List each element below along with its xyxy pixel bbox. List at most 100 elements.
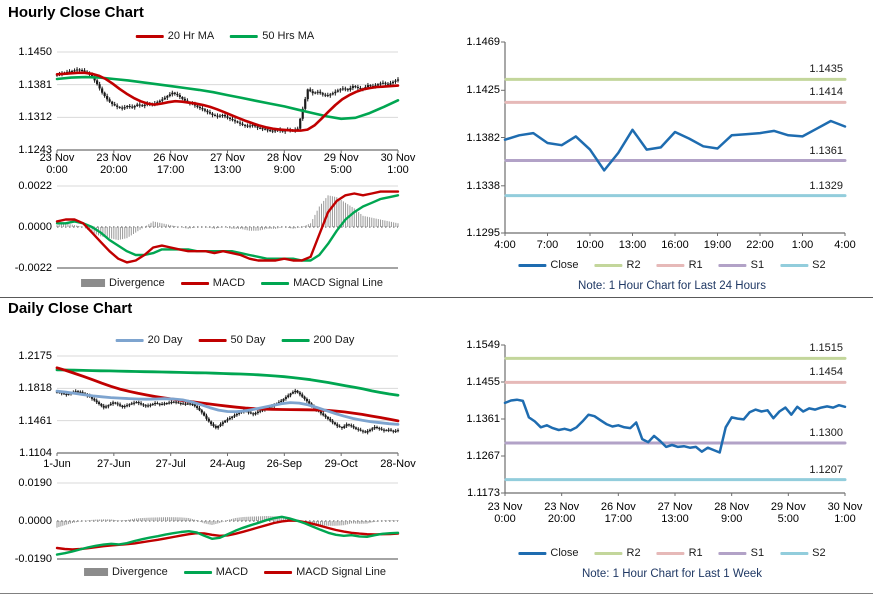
legend-label: S1 (750, 259, 765, 271)
level-label-s1: 1.1300 (809, 427, 843, 439)
legend-label: R2 (626, 547, 641, 559)
legend-item: R1 (656, 547, 703, 559)
legend-hr: Close R2 R1 S1 S2 (518, 259, 826, 271)
legend-dr: Close R2 R1 S1 S2 (518, 547, 826, 559)
y-tick-label: 1.1469 (466, 36, 500, 48)
y-tick-label: 1.1450 (18, 46, 52, 58)
legend-item: R1 (656, 259, 703, 271)
legend-swatch (780, 263, 809, 267)
legend-item: Close (518, 547, 579, 559)
legend-item: 200 Day (281, 334, 354, 346)
legend-swatch (198, 338, 227, 342)
y-tick-label: 1.1267 (466, 450, 500, 462)
y-tick-label: 1.1425 (466, 84, 500, 97)
legend-label: 200 Day (313, 334, 355, 346)
y-tick-label: 1.2175 (18, 350, 52, 362)
x-tick-label: 30 Nov 1:00 (380, 152, 416, 176)
legend-label: R2 (626, 259, 641, 271)
legend-swatch (780, 551, 809, 555)
legend-swatch (180, 281, 209, 285)
level-label-r1: 1.1454 (809, 366, 843, 379)
y-tick-label: 1.1382 (466, 131, 500, 144)
legend-label: R1 (688, 547, 703, 559)
legend-label: 50 Hrs MA (262, 30, 315, 42)
y-tick-label: -0.0190 (14, 553, 52, 565)
legend-label: 20 Day (147, 334, 183, 346)
legend-label: S2 (812, 547, 826, 559)
y-tick-label: 1.1818 (18, 382, 52, 395)
legend-swatch (718, 263, 747, 267)
legend-swatch (594, 551, 623, 555)
legend-swatch (261, 281, 290, 285)
legend-item: MACD Signal Line (261, 277, 383, 289)
legend-swatch (718, 551, 747, 555)
legend-item: R2 (594, 259, 641, 271)
legend-item: S2 (780, 547, 826, 559)
y-tick-label: 1.1173 (467, 487, 500, 499)
legend-label: Divergence (112, 566, 168, 578)
daily-chart-note: Note: 1 Hour Chart for Last 1 Week (581, 568, 763, 580)
legend-label: MACD (215, 566, 249, 578)
y-tick-label: 1.1549 (466, 339, 500, 351)
legend-item: Divergence (81, 277, 165, 289)
legend-dm: Divergence MACD MACD Signal Line (84, 566, 386, 578)
legend-swatch (264, 570, 293, 574)
legend-item: Divergence (84, 566, 168, 578)
legend-swatch (656, 263, 685, 267)
y-tick-label: 1.1381 (18, 78, 52, 91)
level-label-s2: 1.1329 (809, 179, 843, 192)
legend-label: Divergence (109, 277, 165, 289)
level-label-r2: 1.1435 (809, 63, 843, 76)
legend-label: S2 (812, 259, 826, 271)
legend-label: 50 Day (230, 334, 266, 346)
legend-swatch (281, 338, 310, 342)
legend-swatch (84, 568, 109, 576)
legend-item: 20 Hr MA (135, 30, 215, 42)
legend-swatch (518, 551, 547, 555)
legend-swatch (656, 551, 685, 555)
level-label-r1: 1.1414 (809, 86, 843, 99)
y-tick-label: 1.1312 (18, 111, 52, 124)
legend-swatch (135, 34, 164, 38)
y-tick-label: -0.0022 (14, 262, 52, 274)
fx-technical-analysis-report: Hourly Close Chart Daily Close Chart Not… (0, 0, 873, 601)
y-tick-label: 0.0190 (18, 477, 52, 489)
legend-item: 20 Day (115, 334, 183, 346)
y-tick-label: 1.1361 (466, 413, 500, 425)
legend-hm: Divergence MACD MACD Signal Line (81, 277, 383, 289)
daily-section-title: Daily Close Chart (8, 300, 133, 317)
legend-swatch (81, 279, 106, 287)
y-tick-label: 0.0022 (18, 180, 52, 192)
legend-label: S1 (750, 547, 765, 559)
legend-swatch (115, 338, 144, 342)
legend-item: MACD Signal Line (264, 566, 386, 578)
level-label-s1: 1.1361 (809, 144, 843, 157)
legend-item: S1 (718, 547, 765, 559)
legend-label: Close (550, 547, 579, 559)
legend-label: Close (550, 259, 579, 271)
y-tick-label: 0.0000 (18, 515, 52, 527)
legend-item: 50 Day (198, 334, 266, 346)
legend-item: S2 (780, 259, 826, 271)
legend-item: 50 Hrs MA (230, 30, 314, 42)
legend-label: MACD Signal Line (293, 277, 383, 289)
y-tick-label: 0.0000 (18, 221, 52, 233)
x-tick-label: 4:00 (834, 239, 856, 251)
legend-item: MACD (183, 566, 249, 578)
legend-label: 20 Hr MA (167, 30, 215, 42)
section-divider (0, 297, 873, 298)
legend-dp: 20 Day 50 Day 200 Day (115, 334, 354, 346)
bottom-divider (0, 593, 873, 594)
legend-item: Close (518, 259, 579, 271)
legend-item: MACD (180, 277, 246, 289)
legend-item: S1 (718, 259, 765, 271)
legend-label: MACD (212, 277, 246, 289)
legend-swatch (230, 34, 259, 38)
legend-item: R2 (594, 547, 641, 559)
legend-swatch (183, 570, 212, 574)
hourly-chart-note: Note: 1 Hour Chart for Last 24 Hours (578, 280, 766, 292)
legend-swatch (518, 263, 547, 267)
hourly-section-title: Hourly Close Chart (8, 4, 144, 21)
legend-label: R1 (688, 259, 703, 271)
legend-label: MACD Signal Line (296, 566, 386, 578)
